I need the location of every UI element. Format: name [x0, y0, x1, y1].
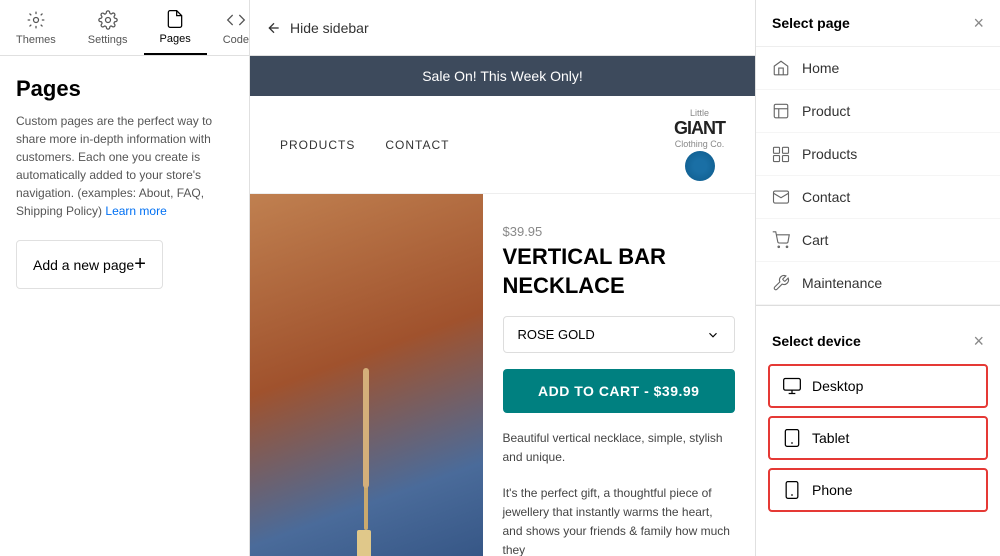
product-title: VERTICAL BAR NECKLACE	[503, 243, 736, 300]
toolbar-themes[interactable]: Themes	[0, 2, 72, 54]
nav-products[interactable]: PRODUCTS	[280, 138, 355, 152]
device-phone[interactable]: Phone	[768, 468, 988, 512]
page-item-home[interactable]: Home	[756, 47, 1000, 90]
sidebar-title: Pages	[16, 76, 233, 102]
add-page-label: Add a new page	[33, 257, 134, 273]
page-item-product[interactable]: Product	[756, 90, 1000, 133]
brand-globe-icon	[685, 151, 715, 181]
page-item-products[interactable]: Products	[756, 133, 1000, 176]
page-maintenance-label: Maintenance	[802, 275, 882, 291]
page-products-label: Products	[802, 146, 857, 162]
toolbar-settings-label: Settings	[88, 34, 128, 46]
phone-icon	[782, 480, 802, 500]
plus-icon: +	[134, 253, 146, 276]
page-cart-label: Cart	[802, 232, 828, 248]
toolbar-settings[interactable]: Settings	[72, 2, 144, 54]
select-page-title: Select page	[772, 15, 850, 31]
page-item-contact[interactable]: Contact	[756, 176, 1000, 219]
contact-icon	[772, 188, 790, 206]
sidebar-content: Pages Custom pages are the perfect way t…	[0, 56, 249, 556]
page-item-cart[interactable]: Cart	[756, 219, 1000, 262]
page-item-maintenance[interactable]: Maintenance	[756, 262, 1000, 305]
variant-selector[interactable]: ROSE GOLD	[503, 316, 736, 353]
device-desktop[interactable]: Desktop	[768, 364, 988, 408]
page-product-label: Product	[802, 103, 850, 119]
page-contact-label: Contact	[802, 189, 850, 205]
main-area: Hide sidebar Sale On! This Week Only! PR…	[250, 0, 755, 556]
right-panels: Select page × Home Product	[755, 0, 1000, 556]
brand-name: GIANT	[674, 118, 725, 139]
product-section: $39.95 VERTICAL BAR NECKLACE ROSE GOLD A…	[250, 194, 755, 556]
add-page-button[interactable]: Add a new page +	[16, 240, 163, 289]
product-icon	[772, 102, 790, 120]
website-preview: Sale On! This Week Only! PRODUCTS CONTAC…	[250, 56, 755, 556]
arrow-left-icon	[266, 20, 282, 36]
product-image-area	[250, 194, 483, 556]
select-page-header: Select page ×	[756, 0, 1000, 47]
device-desktop-label: Desktop	[812, 378, 863, 394]
toolbar-themes-label: Themes	[16, 34, 56, 46]
toolbar: Themes Settings Pages Code	[0, 0, 249, 56]
hide-sidebar-label: Hide sidebar	[290, 20, 369, 36]
device-tablet-label: Tablet	[812, 430, 849, 446]
sale-banner: Sale On! This Week Only!	[250, 56, 755, 96]
product-details: $39.95 VERTICAL BAR NECKLACE ROSE GOLD A…	[483, 194, 756, 556]
cart-icon	[772, 231, 790, 249]
monitor-icon	[782, 376, 802, 396]
toolbar-pages[interactable]: Pages	[144, 1, 207, 55]
brand-prefix: Little	[690, 108, 709, 118]
device-tablet[interactable]: Tablet	[768, 416, 988, 460]
hide-sidebar-button[interactable]: Hide sidebar	[250, 0, 755, 56]
select-device-title: Select device	[772, 333, 861, 349]
page-home-label: Home	[802, 60, 839, 76]
product-image	[250, 194, 483, 556]
toolbar-pages-label: Pages	[160, 33, 191, 45]
maintenance-icon	[772, 274, 790, 292]
nav-contact[interactable]: CONTACT	[385, 138, 449, 152]
brand-suffix: Clothing Co.	[675, 139, 725, 149]
chevron-down-icon	[706, 328, 720, 342]
preview-inner: Sale On! This Week Only! PRODUCTS CONTAC…	[250, 56, 755, 556]
products-icon	[772, 145, 790, 163]
toolbar-code-label: Code	[223, 34, 249, 46]
device-phone-label: Phone	[812, 482, 852, 498]
learn-more-link[interactable]: Learn more	[105, 204, 166, 218]
nav-bar: PRODUCTS CONTACT Little GIANT Clothing C…	[250, 96, 755, 194]
product-old-price: $39.95	[503, 224, 736, 239]
product-description-1: Beautiful vertical necklace, simple, sty…	[503, 429, 736, 467]
select-page-close[interactable]: ×	[973, 14, 984, 32]
variant-value: ROSE GOLD	[518, 327, 595, 342]
product-description-2: It's the perfect gift, a thoughtful piec…	[503, 484, 736, 556]
sidebar-description: Custom pages are the perfect way to shar…	[16, 112, 233, 220]
home-icon	[772, 59, 790, 77]
tablet-icon	[782, 428, 802, 448]
brand-logo: Little GIANT Clothing Co.	[674, 108, 725, 181]
nav-links: PRODUCTS CONTACT	[280, 138, 449, 152]
select-device-header: Select device ×	[768, 318, 988, 364]
left-sidebar: Themes Settings Pages Code Pages Custom …	[0, 0, 250, 556]
select-device-close[interactable]: ×	[973, 332, 984, 350]
add-to-cart-button[interactable]: ADD TO CART - $39.99	[503, 369, 736, 413]
select-device-section: Select device × Desktop Tablet Phone	[756, 306, 1000, 520]
select-page-section: Select page × Home Product	[756, 0, 1000, 306]
